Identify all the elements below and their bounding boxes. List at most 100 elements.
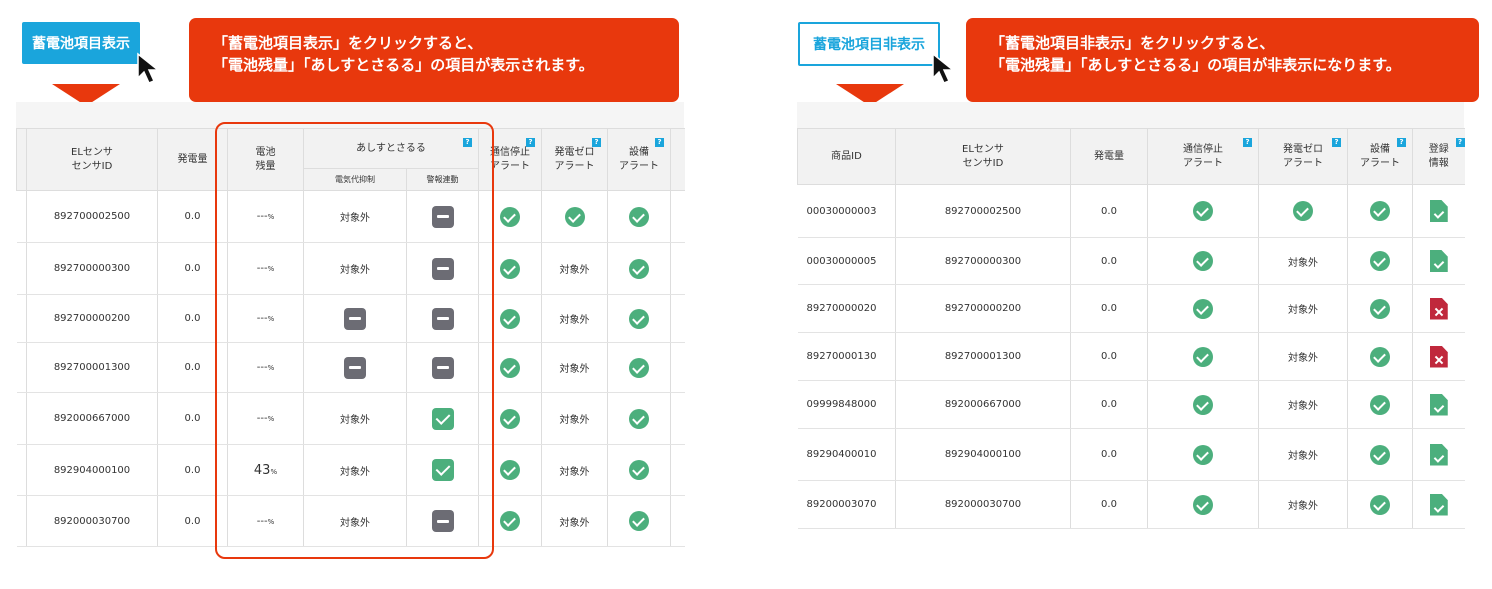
document-ok-icon[interactable] [1429, 393, 1448, 416]
table-cell: 89270000020 [797, 284, 896, 333]
table-cell [607, 444, 671, 496]
table-cell: 892700002500 [26, 190, 158, 243]
show-battery-items-button[interactable]: 蓄電池項目表示 [22, 22, 140, 64]
table-cell: 892000030700 [895, 480, 1071, 529]
table-cell: 0.0 [1070, 184, 1148, 238]
help-icon[interactable]: ? [1455, 138, 1465, 147]
header-zero-alert: 発電ゼロ アラート? [1258, 128, 1348, 185]
table-cell: 892700002500 [895, 184, 1071, 238]
help-icon[interactable]: ? [526, 138, 535, 147]
table-cell: 対象外 [1258, 237, 1348, 285]
table-cell: 対象外 [1258, 332, 1348, 381]
check-circle-icon [500, 357, 520, 378]
header-power: 発電量 [1070, 128, 1148, 185]
check-circle-icon [1193, 251, 1213, 271]
callout-line: 「蓄電池項目表示」をクリックすると、 [213, 34, 483, 52]
check-circle-icon [500, 258, 520, 279]
document-error-icon[interactable] [1429, 345, 1448, 368]
table-cell: 892000030700 [26, 495, 158, 547]
table-cell: 892700001300 [895, 332, 1071, 381]
table-cell: 対象外 [1258, 480, 1348, 529]
check-circle-icon [629, 258, 649, 279]
table-cell [607, 342, 671, 393]
table-cell [1147, 480, 1259, 529]
table-cell [1412, 380, 1465, 429]
hide-battery-items-button[interactable]: 蓄電池項目非表示 [798, 22, 940, 66]
help-icon[interactable]: ? [1397, 138, 1406, 147]
table-cell [1147, 237, 1259, 285]
table-cell [1412, 184, 1465, 238]
highlight-frame [215, 122, 494, 559]
table-cell [670, 190, 685, 243]
check-circle-icon [629, 206, 649, 227]
document-error-icon[interactable] [1429, 297, 1448, 320]
table-cell [16, 444, 27, 496]
document-ok-icon[interactable] [1429, 443, 1448, 466]
table-cell: 892700000200 [26, 294, 158, 343]
table-cell: 892000667000 [895, 380, 1071, 429]
check-circle-icon [1193, 201, 1213, 221]
header-cell [16, 128, 27, 191]
mouse-cursor-icon [932, 52, 956, 84]
table-cell: 89200003070 [797, 480, 896, 529]
table-cell [607, 242, 671, 295]
callout-line: 「電池残量」「あしすとさるる」の項目が非表示になります。 [990, 56, 1401, 74]
help-icon[interactable]: ? [1332, 138, 1341, 147]
help-icon[interactable]: ? [655, 138, 664, 147]
check-circle-icon [500, 308, 520, 329]
table-cell [607, 495, 671, 547]
table-cell [16, 495, 27, 547]
header-comm-alert: 通信停止 アラート? [1147, 128, 1259, 185]
check-circle-icon [629, 408, 649, 429]
table-header-band [797, 102, 1464, 128]
table-cell: 09999848000 [797, 380, 896, 429]
check-circle-icon [1370, 394, 1390, 415]
table-cell: 892904000100 [895, 428, 1071, 481]
table-cell [1412, 480, 1465, 529]
header-sensor-id: ELセンサ センサID [26, 128, 158, 191]
document-ok-icon[interactable] [1429, 493, 1448, 516]
table-row: 89200003070 892000030700 0.0 対象外 [797, 480, 1465, 529]
check-circle-icon [1370, 201, 1390, 221]
check-circle-icon [1370, 444, 1390, 465]
table-cell: 892000667000 [26, 392, 158, 445]
document-ok-icon[interactable] [1429, 200, 1448, 222]
table-cell: 0.0 [1070, 428, 1148, 481]
check-circle-icon [1370, 346, 1390, 367]
check-circle-icon [629, 460, 649, 480]
help-icon[interactable]: ? [1243, 138, 1252, 147]
check-circle-icon [500, 511, 520, 531]
check-circle-icon [500, 408, 520, 429]
table-cell: 89290400010 [797, 428, 896, 481]
table-cell [1147, 184, 1259, 238]
table-cell: 00030000005 [797, 237, 896, 285]
table-cell [670, 392, 685, 445]
table-cell [16, 190, 27, 243]
table-cell [16, 294, 27, 343]
table-row: 89290400010 892904000100 0.0 対象外 [797, 428, 1465, 481]
table-cell: 0.0 [1070, 284, 1148, 333]
check-circle-icon [1193, 444, 1213, 465]
table-cell: 89270000130 [797, 332, 896, 381]
header-registration: 登録 情報? [1412, 128, 1465, 185]
help-icon[interactable]: ? [592, 138, 601, 147]
callout-line: 「蓄電池項目非表示」をクリックすると、 [990, 34, 1275, 52]
table-cell: 892700000300 [26, 242, 158, 295]
table-cell: 892700000200 [895, 284, 1071, 333]
table-cell: 対象外 [541, 444, 608, 496]
callout-show: 「蓄電池項目表示」をクリックすると、 「電池残量」「あしすとさるる」の項目が表示… [189, 18, 679, 102]
check-circle-icon [629, 511, 649, 531]
table-cell [607, 294, 671, 343]
table-row: 89270000020 892700000200 0.0 対象外 [797, 284, 1465, 333]
check-circle-icon [1370, 251, 1390, 271]
document-ok-icon[interactable] [1429, 250, 1448, 272]
table-cell: 対象外 [1258, 284, 1348, 333]
table-cell [1147, 380, 1259, 429]
table-cell [670, 294, 685, 343]
table-cell [670, 444, 685, 496]
header-sensor-id: ELセンサ センサID [895, 128, 1071, 185]
table-cell [16, 342, 27, 393]
table-cell [1412, 284, 1465, 333]
table-row: 09999848000 892000667000 0.0 対象外 [797, 380, 1465, 429]
table-cell [1147, 332, 1259, 381]
